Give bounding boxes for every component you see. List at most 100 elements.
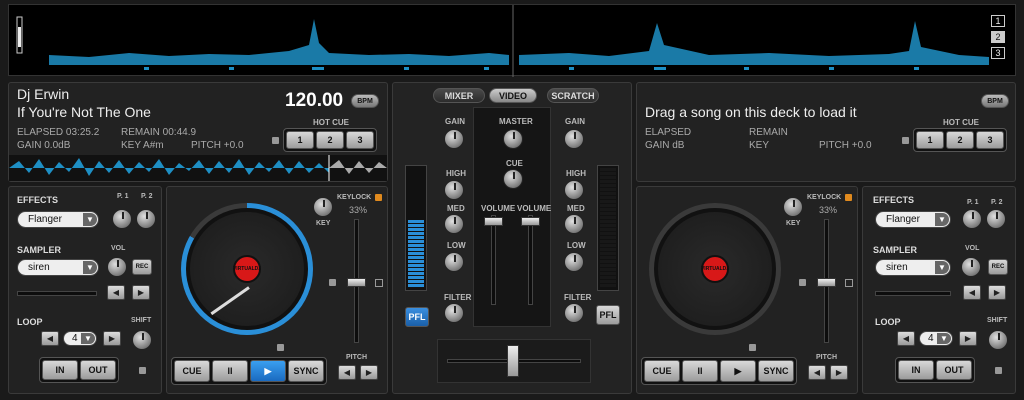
left-high-knob[interactable] [444, 180, 464, 200]
left-pitch-reset-icon[interactable] [375, 279, 383, 287]
left-filter-knob[interactable] [444, 303, 464, 323]
right-volume-fader[interactable] [528, 215, 533, 305]
chevron-down-icon: ▼ [935, 261, 949, 274]
tab-mixer[interactable]: MIXER [433, 88, 485, 103]
cue-knob[interactable] [503, 169, 523, 189]
left-effect-select[interactable]: Flanger ▼ [17, 211, 99, 228]
right-hot-cue-2[interactable]: 2 [946, 131, 974, 149]
left-p1-label: P. 1 [117, 193, 129, 200]
right-pitch-lock-icon[interactable] [749, 344, 756, 351]
right-med-label: MED [567, 204, 585, 213]
left-p1-knob[interactable] [112, 209, 132, 229]
right-volume-fader-handle[interactable] [521, 217, 540, 226]
right-hotcue-lock-icon[interactable] [902, 137, 909, 144]
left-keylock-lock-icon[interactable] [375, 194, 382, 201]
left-pitch-fader-handle[interactable] [347, 278, 366, 287]
left-pitch-lock-icon[interactable] [277, 344, 284, 351]
left-pitch-down-button[interactable]: ◀ [338, 365, 356, 380]
left-pfl-button[interactable]: PFL [405, 307, 429, 327]
right-sampler-select[interactable]: siren ▼ [875, 259, 951, 276]
right-pause-button[interactable]: II [682, 360, 718, 382]
left-sampler-select[interactable]: siren ▼ [17, 259, 99, 276]
left-loop-lock-icon[interactable] [139, 367, 146, 374]
deck-number-3[interactable]: 3 [991, 47, 1005, 59]
tab-video[interactable]: VIDEO [489, 88, 537, 103]
left-sampler-next-button[interactable]: ▶ [132, 285, 150, 300]
right-high-knob[interactable] [564, 180, 584, 200]
tab-scratch[interactable]: SCRATCH [547, 88, 599, 103]
left-shift-knob[interactable] [132, 330, 152, 350]
left-gain-knob[interactable] [444, 129, 464, 149]
right-pitch-up-button[interactable]: ▶ [830, 365, 848, 380]
left-volume-fader-handle[interactable] [484, 217, 503, 226]
left-title: If You're Not The One [17, 104, 151, 120]
right-loop-length-select[interactable]: 4 ▼ [919, 331, 953, 346]
right-sampler-next-button[interactable]: ▶ [988, 285, 1006, 300]
right-filter-knob[interactable] [564, 303, 584, 323]
left-low-knob[interactable] [444, 252, 464, 272]
left-loop-length-select[interactable]: 4 ▼ [63, 331, 97, 346]
right-keylock-lock-icon[interactable] [845, 194, 852, 201]
song-overview[interactable]: 1 2 3 [8, 4, 1016, 77]
right-platter-lock-icon[interactable] [799, 279, 806, 286]
right-loop-out-button[interactable]: OUT [936, 360, 972, 380]
left-volume-fader[interactable] [491, 215, 496, 305]
right-sync-button[interactable]: SYNC [758, 360, 794, 382]
left-filter-label: FILTER [444, 293, 472, 302]
right-gain-knob[interactable] [564, 129, 584, 149]
right-bpm-button[interactable]: BPM [981, 94, 1009, 108]
left-sampler-prev-button[interactable]: ◀ [107, 285, 125, 300]
left-med-knob[interactable] [444, 214, 464, 234]
left-pause-button[interactable]: II [212, 360, 248, 382]
left-hot-cue-3[interactable]: 3 [346, 131, 374, 149]
right-elapsed: ELAPSED [645, 127, 692, 138]
right-med-knob[interactable] [564, 214, 584, 234]
deck-number-2[interactable]: 2 [991, 31, 1005, 43]
right-loop-in-button[interactable]: IN [898, 360, 934, 380]
left-track-waveform[interactable] [9, 155, 387, 181]
right-loop-double-button[interactable]: ▶ [959, 331, 977, 346]
left-hotcue-lock-icon[interactable] [272, 137, 279, 144]
left-sync-button[interactable]: SYNC [288, 360, 324, 382]
left-volume-label: VOLUME [481, 204, 516, 213]
crossfader-handle[interactable] [507, 345, 519, 377]
left-pitch-up-button[interactable]: ▶ [360, 365, 378, 380]
right-p2-knob[interactable] [986, 209, 1006, 229]
left-hot-cue-1[interactable]: 1 [286, 131, 314, 149]
right-pitch-down-button[interactable]: ◀ [808, 365, 826, 380]
right-cue-button[interactable]: CUE [644, 360, 680, 382]
right-loop-lock-icon[interactable] [995, 367, 1002, 374]
right-low-knob[interactable] [564, 252, 584, 272]
right-effect-select[interactable]: Flanger ▼ [875, 211, 951, 228]
left-p2-knob[interactable] [136, 209, 156, 229]
left-sampler-vol-knob[interactable] [107, 257, 127, 277]
left-loop-in-button[interactable]: IN [42, 360, 78, 380]
right-shift-knob[interactable] [988, 330, 1008, 350]
right-pitch-fader-handle[interactable] [817, 278, 836, 287]
left-play-button[interactable]: ▶ [250, 360, 286, 382]
right-pfl-button[interactable]: PFL [596, 305, 620, 325]
right-pitch-reset-icon[interactable] [845, 279, 853, 287]
right-rec-button[interactable]: REC [988, 259, 1008, 275]
right-loop-half-button[interactable]: ◀ [897, 331, 915, 346]
left-loop-length-value: 4 [72, 333, 78, 344]
right-sampler-vol-knob[interactable] [961, 257, 981, 277]
left-bpm-button[interactable]: BPM [351, 94, 379, 108]
left-loop-double-button[interactable]: ▶ [103, 331, 121, 346]
left-loop-half-button[interactable]: ◀ [41, 331, 59, 346]
right-play-button[interactable]: ▶ [720, 360, 756, 382]
right-hot-cue-3[interactable]: 3 [976, 131, 1004, 149]
right-turntable-panel: VIRTUALDJ KEYLOCK KEY 33% PITCH ◀ ▶ CUE … [636, 186, 858, 394]
left-rec-button[interactable]: REC [132, 259, 152, 275]
right-key-knob[interactable] [783, 197, 803, 217]
left-platter-lock-icon[interactable] [329, 279, 336, 286]
right-hot-cue-1[interactable]: 1 [916, 131, 944, 149]
deck-number-1[interactable]: 1 [991, 15, 1005, 27]
left-key-knob[interactable] [313, 197, 333, 217]
left-loop-out-button[interactable]: OUT [80, 360, 116, 380]
master-knob[interactable] [503, 129, 523, 149]
left-cue-button[interactable]: CUE [174, 360, 210, 382]
right-sampler-prev-button[interactable]: ◀ [963, 285, 981, 300]
right-p1-knob[interactable] [962, 209, 982, 229]
left-hot-cue-2[interactable]: 2 [316, 131, 344, 149]
